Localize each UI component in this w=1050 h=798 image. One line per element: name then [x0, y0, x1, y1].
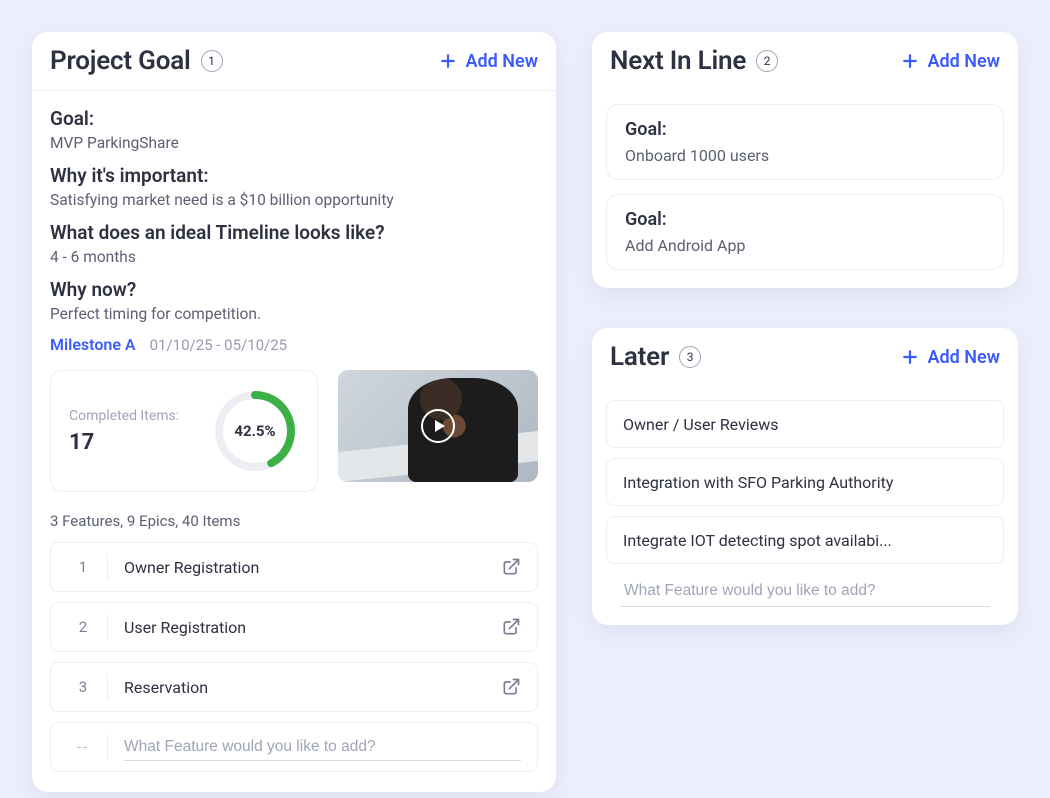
- timeline-label: What does an ideal Timeline looks like?: [50, 221, 538, 244]
- feature-item[interactable]: 2 User Registration: [50, 602, 538, 652]
- important-value: Satisfying market need is a $10 billion …: [50, 191, 538, 209]
- goal-value: MVP ParkingShare: [50, 134, 538, 152]
- feature-name: Reservation: [124, 678, 501, 697]
- important-label: Why it's important:: [50, 164, 538, 187]
- whynow-label: Why now?: [50, 278, 538, 301]
- completed-label: Completed Items:: [69, 408, 179, 424]
- link-icon: [501, 557, 521, 577]
- completed-value: 17: [69, 430, 179, 455]
- add-new-project-goal-button[interactable]: Add New: [438, 51, 538, 72]
- feature-name: User Registration: [124, 618, 501, 637]
- whynow-value: Perfect timing for competition.: [50, 305, 538, 323]
- goal-value: Onboard 1000 users: [625, 146, 985, 165]
- video-thumbnail[interactable]: [338, 370, 538, 482]
- next-badge: 2: [756, 50, 778, 72]
- project-goal-title: Project Goal: [50, 46, 191, 76]
- feature-item[interactable]: 3 Reservation: [50, 662, 538, 712]
- add-feature-input[interactable]: [124, 734, 521, 761]
- add-new-later-button[interactable]: Add New: [900, 347, 1000, 368]
- goal-box[interactable]: Goal: Add Android App: [606, 194, 1004, 270]
- progress-donut: 42.5%: [211, 387, 299, 475]
- next-in-line-card: Next In Line 2 Add New Goal: Onboard 1000…: [592, 32, 1018, 288]
- later-header: Later 3 Add New: [592, 328, 1018, 386]
- project-goal-card: Project Goal 1 Add New Goal: MVP Parking…: [32, 32, 556, 792]
- link-icon: [501, 617, 521, 637]
- goal-value: Add Android App: [625, 236, 985, 255]
- add-new-label: Add New: [928, 347, 1000, 368]
- milestone-dates: 01/10/25 - 05/10/25: [150, 336, 288, 354]
- later-badge: 3: [679, 346, 701, 368]
- counts-summary: 3 Features, 9 Epics, 40 Items: [50, 512, 538, 530]
- later-item[interactable]: Owner / User Reviews: [606, 400, 1004, 448]
- next-header: Next In Line 2 Add New: [592, 32, 1018, 90]
- later-title: Later: [610, 342, 669, 372]
- progress-percent: 42.5%: [211, 387, 299, 475]
- milestone-link[interactable]: Milestone A: [50, 335, 136, 354]
- plus-icon: [900, 51, 920, 71]
- later-item[interactable]: Integrate IOT detecting spot availabi...: [606, 516, 1004, 564]
- goal-label: Goal:: [50, 107, 538, 130]
- add-new-next-button[interactable]: Add New: [900, 51, 1000, 72]
- timeline-value: 4 - 6 months: [50, 248, 538, 266]
- goal-box[interactable]: Goal: Onboard 1000 users: [606, 104, 1004, 180]
- next-title: Next In Line: [610, 46, 746, 76]
- link-icon: [501, 677, 521, 697]
- goal-label: Goal:: [625, 119, 985, 140]
- goal-label: Goal:: [625, 209, 985, 230]
- project-goal-header: Project Goal 1 Add New: [32, 32, 556, 91]
- feature-name: Owner Registration: [124, 558, 501, 577]
- later-card: Later 3 Add New Owner / User Reviews Inte…: [592, 328, 1018, 625]
- feature-number: 3: [67, 678, 99, 696]
- later-item[interactable]: Integration with SFO Parking Authority: [606, 458, 1004, 506]
- feature-item[interactable]: 1 Owner Registration: [50, 542, 538, 592]
- project-goal-badge: 1: [201, 50, 223, 72]
- plus-icon: [438, 51, 458, 71]
- plus-icon: [900, 347, 920, 367]
- add-new-label: Add New: [466, 51, 538, 72]
- feature-number: 1: [67, 558, 99, 576]
- play-icon: [421, 409, 455, 443]
- add-feature-num: --: [67, 738, 99, 756]
- add-feature-row: --: [50, 722, 538, 772]
- feature-number: 2: [67, 618, 99, 636]
- add-new-label: Add New: [928, 51, 1000, 72]
- add-later-feature-input[interactable]: [620, 574, 990, 607]
- completed-stat-card: Completed Items: 17 42.5%: [50, 370, 318, 492]
